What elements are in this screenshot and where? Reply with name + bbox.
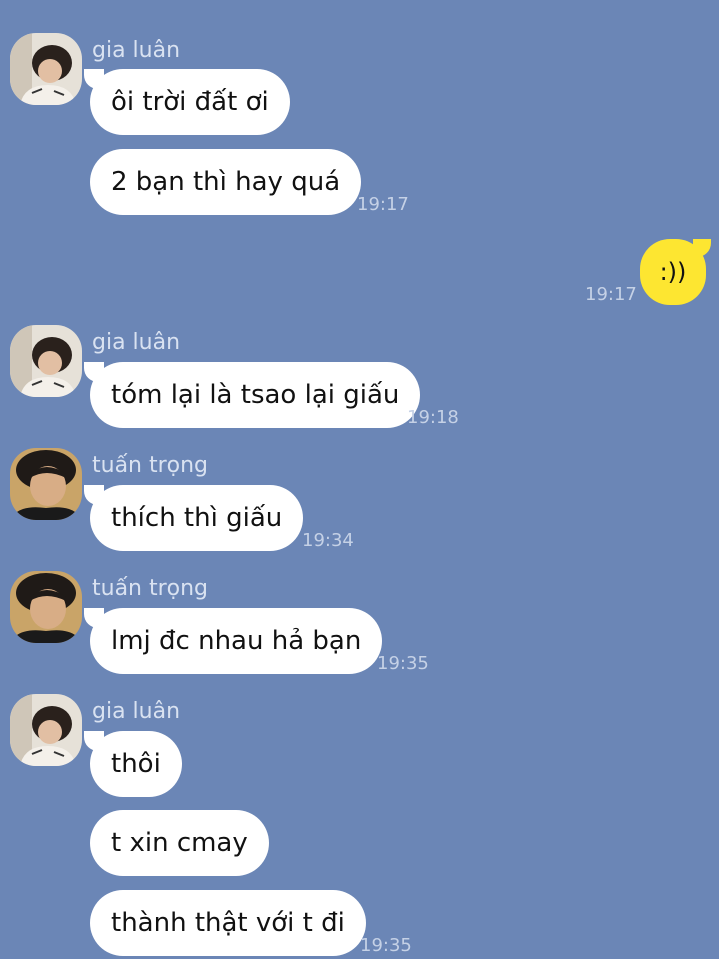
avatar-gia-luan-image [10,694,82,766]
avatar-tuan-trong[interactable] [10,571,82,643]
avatar-tuan-trong[interactable] [10,448,82,520]
message-time: 19:35 [360,935,412,956]
message-time: 19:18 [407,407,459,428]
sender-name: gia luân [92,699,181,724]
sender-name: tuấn trọng [92,576,209,601]
avatar-gia-luan[interactable] [10,33,82,105]
my-message-bubble[interactable]: :)) [640,239,711,305]
avatar-gia-luan-image [10,325,82,397]
sender-name: gia luân [92,330,181,355]
message-bubble[interactable]: tóm lại là tsao lại giấu [83,362,421,428]
message-bubble[interactable]: lmj đc nhau hả bạn [83,608,383,674]
message-time: 19:34 [302,530,354,551]
message-bubble[interactable]: thích thì giấu [83,485,304,551]
message-bubble[interactable]: ôi trời đất ơi [84,69,290,135]
avatar-gia-luan[interactable] [10,325,82,397]
avatar-tuan-trong-image [10,571,82,643]
message-bubble[interactable]: 2 bạn thì hay quá [90,149,362,215]
avatar-tuan-trong-image [10,448,82,520]
message-time: 19:35 [377,653,429,674]
message-bubble[interactable]: thành thật với t đi [90,890,366,956]
sender-name: tuấn trọng [92,453,209,478]
message-time: 19:17 [585,284,637,305]
message-bubble[interactable]: thôi [84,731,182,797]
avatar-gia-luan-image [10,33,82,105]
message-time: 19:17 [357,194,409,215]
avatar-gia-luan[interactable] [10,694,82,766]
sender-name: gia luân [92,38,181,63]
message-bubble[interactable]: t xin cmay [90,810,269,876]
